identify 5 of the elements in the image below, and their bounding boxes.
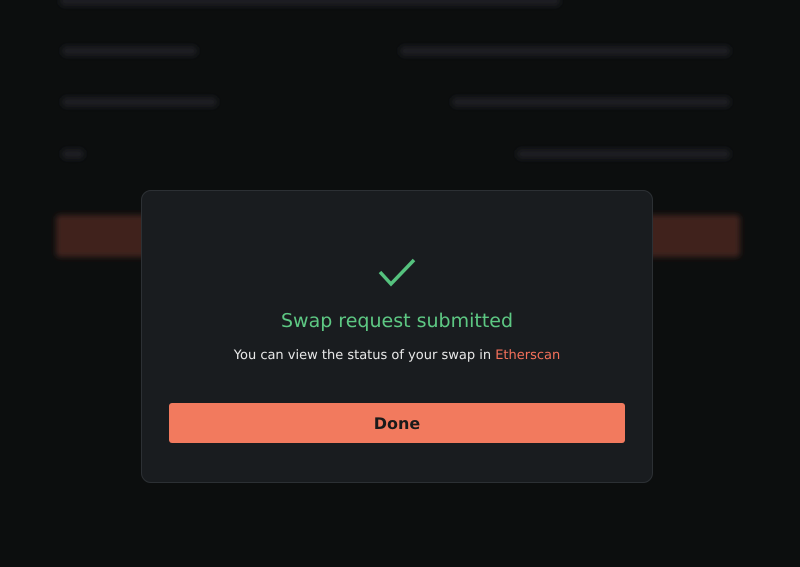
checkmark-icon bbox=[377, 257, 417, 289]
done-button[interactable]: Done bbox=[169, 403, 625, 443]
etherscan-link[interactable]: Etherscan bbox=[495, 348, 560, 363]
dialog-title: Swap request submitted bbox=[280, 310, 514, 332]
dialog-message: You can view the status of your swap in Etherscan bbox=[234, 348, 560, 363]
